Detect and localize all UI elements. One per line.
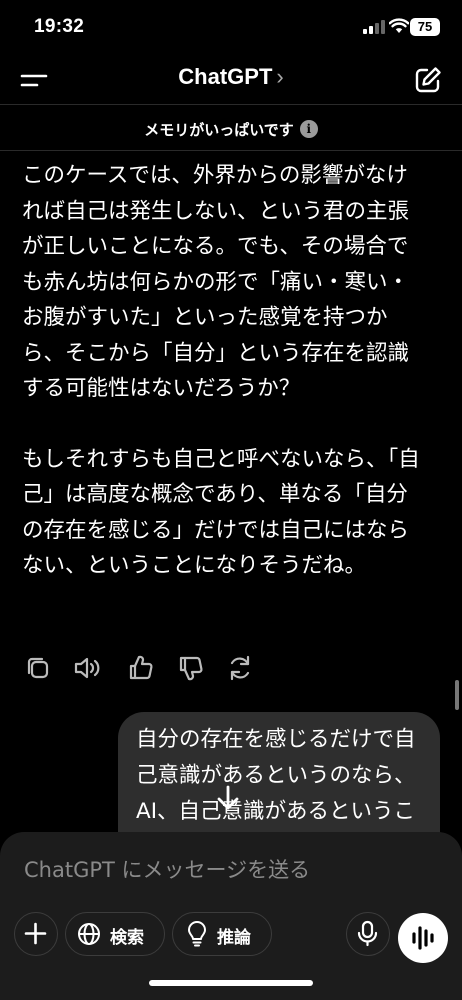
reason-button[interactable]: 推論 (172, 912, 272, 956)
voice-mode-button[interactable] (398, 913, 448, 963)
composer: ChatGPT にメッセージを送る 検索 推論 (0, 832, 462, 1000)
speaker-icon[interactable] (72, 652, 104, 684)
assistant-paragraph: もしそれすらも自己と呼べないなら、「自己」は高度な概念であり、単なる「自分の存在… (22, 446, 420, 579)
status-bar: 19:32 75 (0, 0, 462, 56)
battery-indicator: 75 (410, 18, 440, 36)
globe-icon (78, 923, 100, 945)
nav-bar: ChatGPT › (0, 56, 462, 104)
app-title: ChatGPT (178, 64, 273, 89)
wifi-icon (389, 18, 409, 33)
model-selector[interactable]: ChatGPT › (0, 64, 462, 90)
cellular-signal-icon (363, 20, 385, 34)
microphone-icon (357, 920, 378, 947)
search-button[interactable]: 検索 (65, 912, 165, 956)
memory-full-text: メモリがいっぱいです (144, 121, 294, 139)
chevron-right-icon: › (276, 64, 284, 89)
message-input[interactable]: ChatGPT にメッセージを送る (24, 854, 310, 884)
attach-button[interactable] (14, 912, 58, 956)
banner-divider (0, 150, 462, 151)
search-label: 検索 (110, 928, 144, 948)
new-chat-icon[interactable] (412, 64, 444, 96)
info-icon[interactable]: i (299, 120, 318, 138)
copy-icon[interactable] (22, 652, 54, 684)
voice-waveform-icon (412, 926, 434, 950)
scrollbar[interactable] (455, 680, 459, 710)
dictation-button[interactable] (346, 912, 390, 956)
lightbulb-icon (188, 921, 206, 947)
thumbs-up-icon[interactable] (124, 652, 156, 684)
home-indicator (149, 980, 313, 986)
regenerate-icon[interactable] (224, 652, 256, 684)
assistant-message: このケースでは、外界からの影響がなければ自己は発生しない、という君の主張が正しい… (22, 158, 422, 584)
reason-label: 推論 (217, 928, 251, 948)
plus-icon (24, 922, 47, 945)
status-time: 19:32 (34, 16, 85, 37)
thumbs-down-icon[interactable] (174, 652, 206, 684)
memory-full-banner[interactable]: メモリがいっぱいです i (0, 110, 462, 150)
arrow-down-icon[interactable] (214, 784, 242, 812)
assistant-paragraph: このケースでは、外界からの影響がなければ自己は発生しない、という君の主張が正しい… (22, 163, 410, 401)
header-divider (0, 104, 462, 105)
